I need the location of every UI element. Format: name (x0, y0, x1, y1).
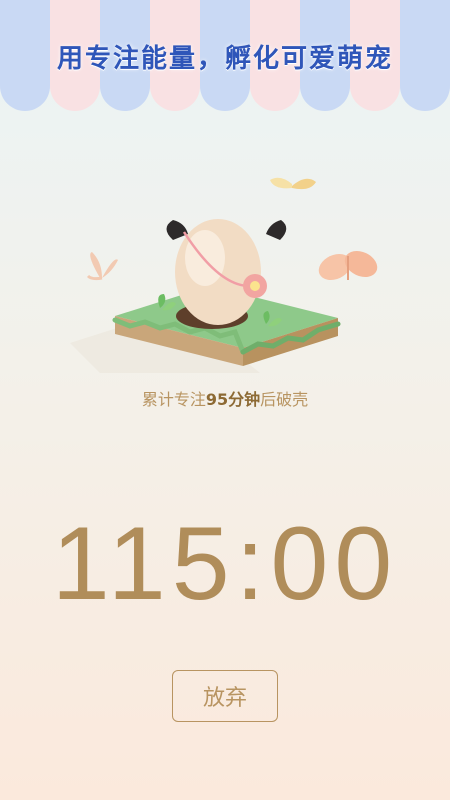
caption-prefix: 累计专注 (141, 390, 206, 409)
pet-scene (70, 177, 378, 373)
give-up-button[interactable]: 放弃 (172, 670, 278, 722)
egg-icon (175, 219, 261, 325)
caption-minutes: 95分钟 (205, 390, 261, 409)
hatch-progress-caption: 累计专注95分钟后破壳 (0, 386, 450, 410)
caption-suffix: 后破壳 (260, 390, 309, 409)
butterfly-icon (318, 250, 378, 281)
promo-headline: 用专注能量，孵化可爱萌宠 (56, 44, 393, 74)
butterfly-icon (86, 252, 118, 281)
left-ear-icon (166, 220, 188, 240)
butterfly-icon (270, 177, 316, 190)
right-ear-icon (266, 220, 287, 240)
flower-icon (243, 274, 267, 298)
countdown-timer: 115:00 (51, 506, 399, 622)
